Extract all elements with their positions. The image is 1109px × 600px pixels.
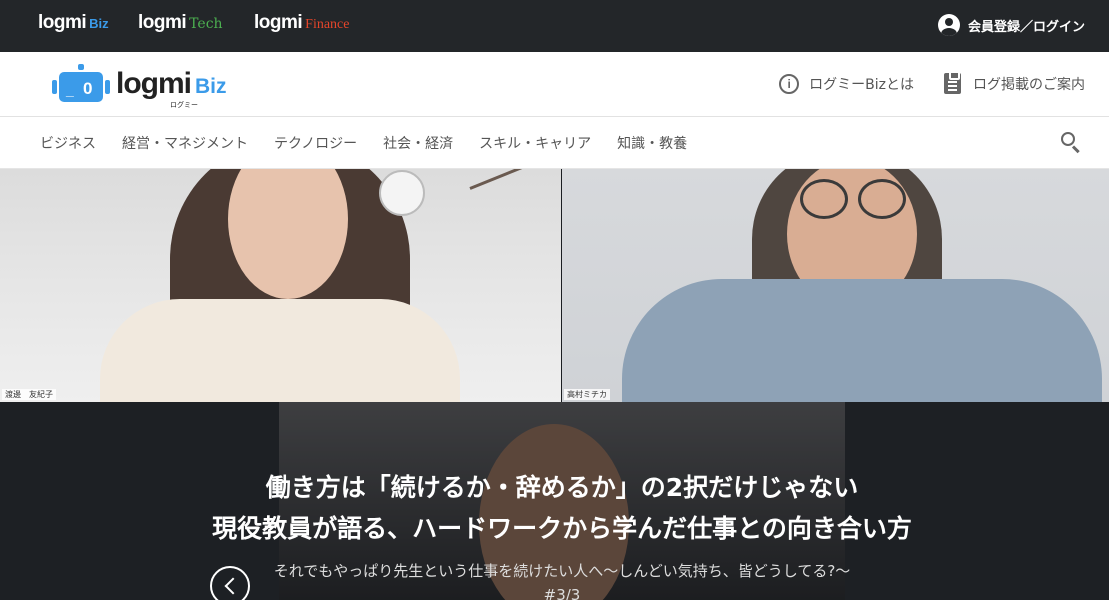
site-link-logmi-finance[interactable]: logmi Finance xyxy=(254,12,350,34)
category-society-economy[interactable]: 社会・経済 xyxy=(383,133,453,153)
site-header: _ 0 logmi Biz ログミー i ログミーBizとは ログ掲載のご案内 xyxy=(0,52,1109,117)
logo-kana: ログミー xyxy=(170,101,198,109)
login-label: 会員登録／ログイン xyxy=(967,19,1085,35)
publish-guide-link[interactable]: ログ掲載のご案内 xyxy=(944,71,1085,94)
speaker-name-left: 渡邊 友紀子 xyxy=(2,389,56,400)
site-logo-sub: Tech xyxy=(189,16,223,32)
site-logo-text: logmi xyxy=(138,12,187,33)
header-links: i ログミーBizとは ログ掲載のご案内 xyxy=(749,71,1085,94)
category-business[interactable]: ビジネス xyxy=(40,133,96,153)
site-switcher-bar: logmi Biz logmi Tech logmi Finance 会員登録／… xyxy=(0,0,1109,52)
info-icon: i xyxy=(779,73,800,94)
publish-guide-label: ログ掲載のご案内 xyxy=(973,76,1085,93)
hero-subtitle: それでもやっぱり先生という仕事を続けたい人へ〜しんどい気持ち、皆どうしてる?〜 xyxy=(273,562,851,580)
logo-biz: Biz xyxy=(195,75,227,98)
hero-image-right: 高村ミチカ xyxy=(562,169,1109,402)
chevron-left-icon[interactable] xyxy=(210,566,250,600)
glasses-image xyxy=(800,179,848,219)
site-logo[interactable]: _ 0 logmi Biz ログミー xyxy=(52,64,227,109)
site-logo-sub: Biz xyxy=(89,16,109,31)
site-logo-sub: Finance xyxy=(305,17,350,32)
search-icon[interactable] xyxy=(1061,132,1081,154)
category-management[interactable]: 経営・マネジメント xyxy=(122,133,248,153)
hero-title-line2: 現役教員が語る、ハードワークから学んだ仕事との向き合い方 xyxy=(212,514,912,543)
about-link[interactable]: i ログミーBizとは xyxy=(779,73,914,94)
hero-image-left: 渡邊 友紀子 xyxy=(0,169,561,402)
site-logo-text: logmi xyxy=(254,12,303,33)
hero-carousel[interactable]: 渡邊 友紀子 高村ミチカ 働き方は「続けるか・辞めるか」の2択だけじゃない 現役… xyxy=(0,169,1109,600)
site-link-logmi-tech[interactable]: logmi Tech xyxy=(138,12,223,34)
about-label: ログミーBizとは xyxy=(809,76,914,93)
logo-name: logmi xyxy=(116,67,192,100)
hero-slide-count: #3/3 xyxy=(543,586,581,600)
category-skill-career[interactable]: スキル・キャリア xyxy=(479,133,591,153)
account-circle-icon xyxy=(937,14,960,36)
hero-title[interactable]: 働き方は「続けるか・辞めるか」の2択だけじゃない 現役教員が語る、ハードワークか… xyxy=(0,467,1109,549)
clipboard-icon xyxy=(944,71,961,94)
category-nav: ビジネス 経営・マネジメント テクノロジー 社会・経済 スキル・キャリア 知識・… xyxy=(0,117,1109,169)
speaker-name-right: 高村ミチカ xyxy=(564,389,610,400)
category-technology[interactable]: テクノロジー xyxy=(274,133,357,153)
category-knowledge[interactable]: 知識・教養 xyxy=(617,133,687,153)
hero-title-line1: 働き方は「続けるか・辞めるか」の2択だけじゃない xyxy=(265,473,859,502)
login-link[interactable]: 会員登録／ログイン xyxy=(937,14,1085,36)
site-logo-text: logmi xyxy=(38,12,87,33)
site-link-logmi-biz[interactable]: logmi Biz xyxy=(38,12,109,34)
wall-clock-image xyxy=(379,170,425,216)
robot-logo-icon: _ 0 xyxy=(52,64,110,104)
